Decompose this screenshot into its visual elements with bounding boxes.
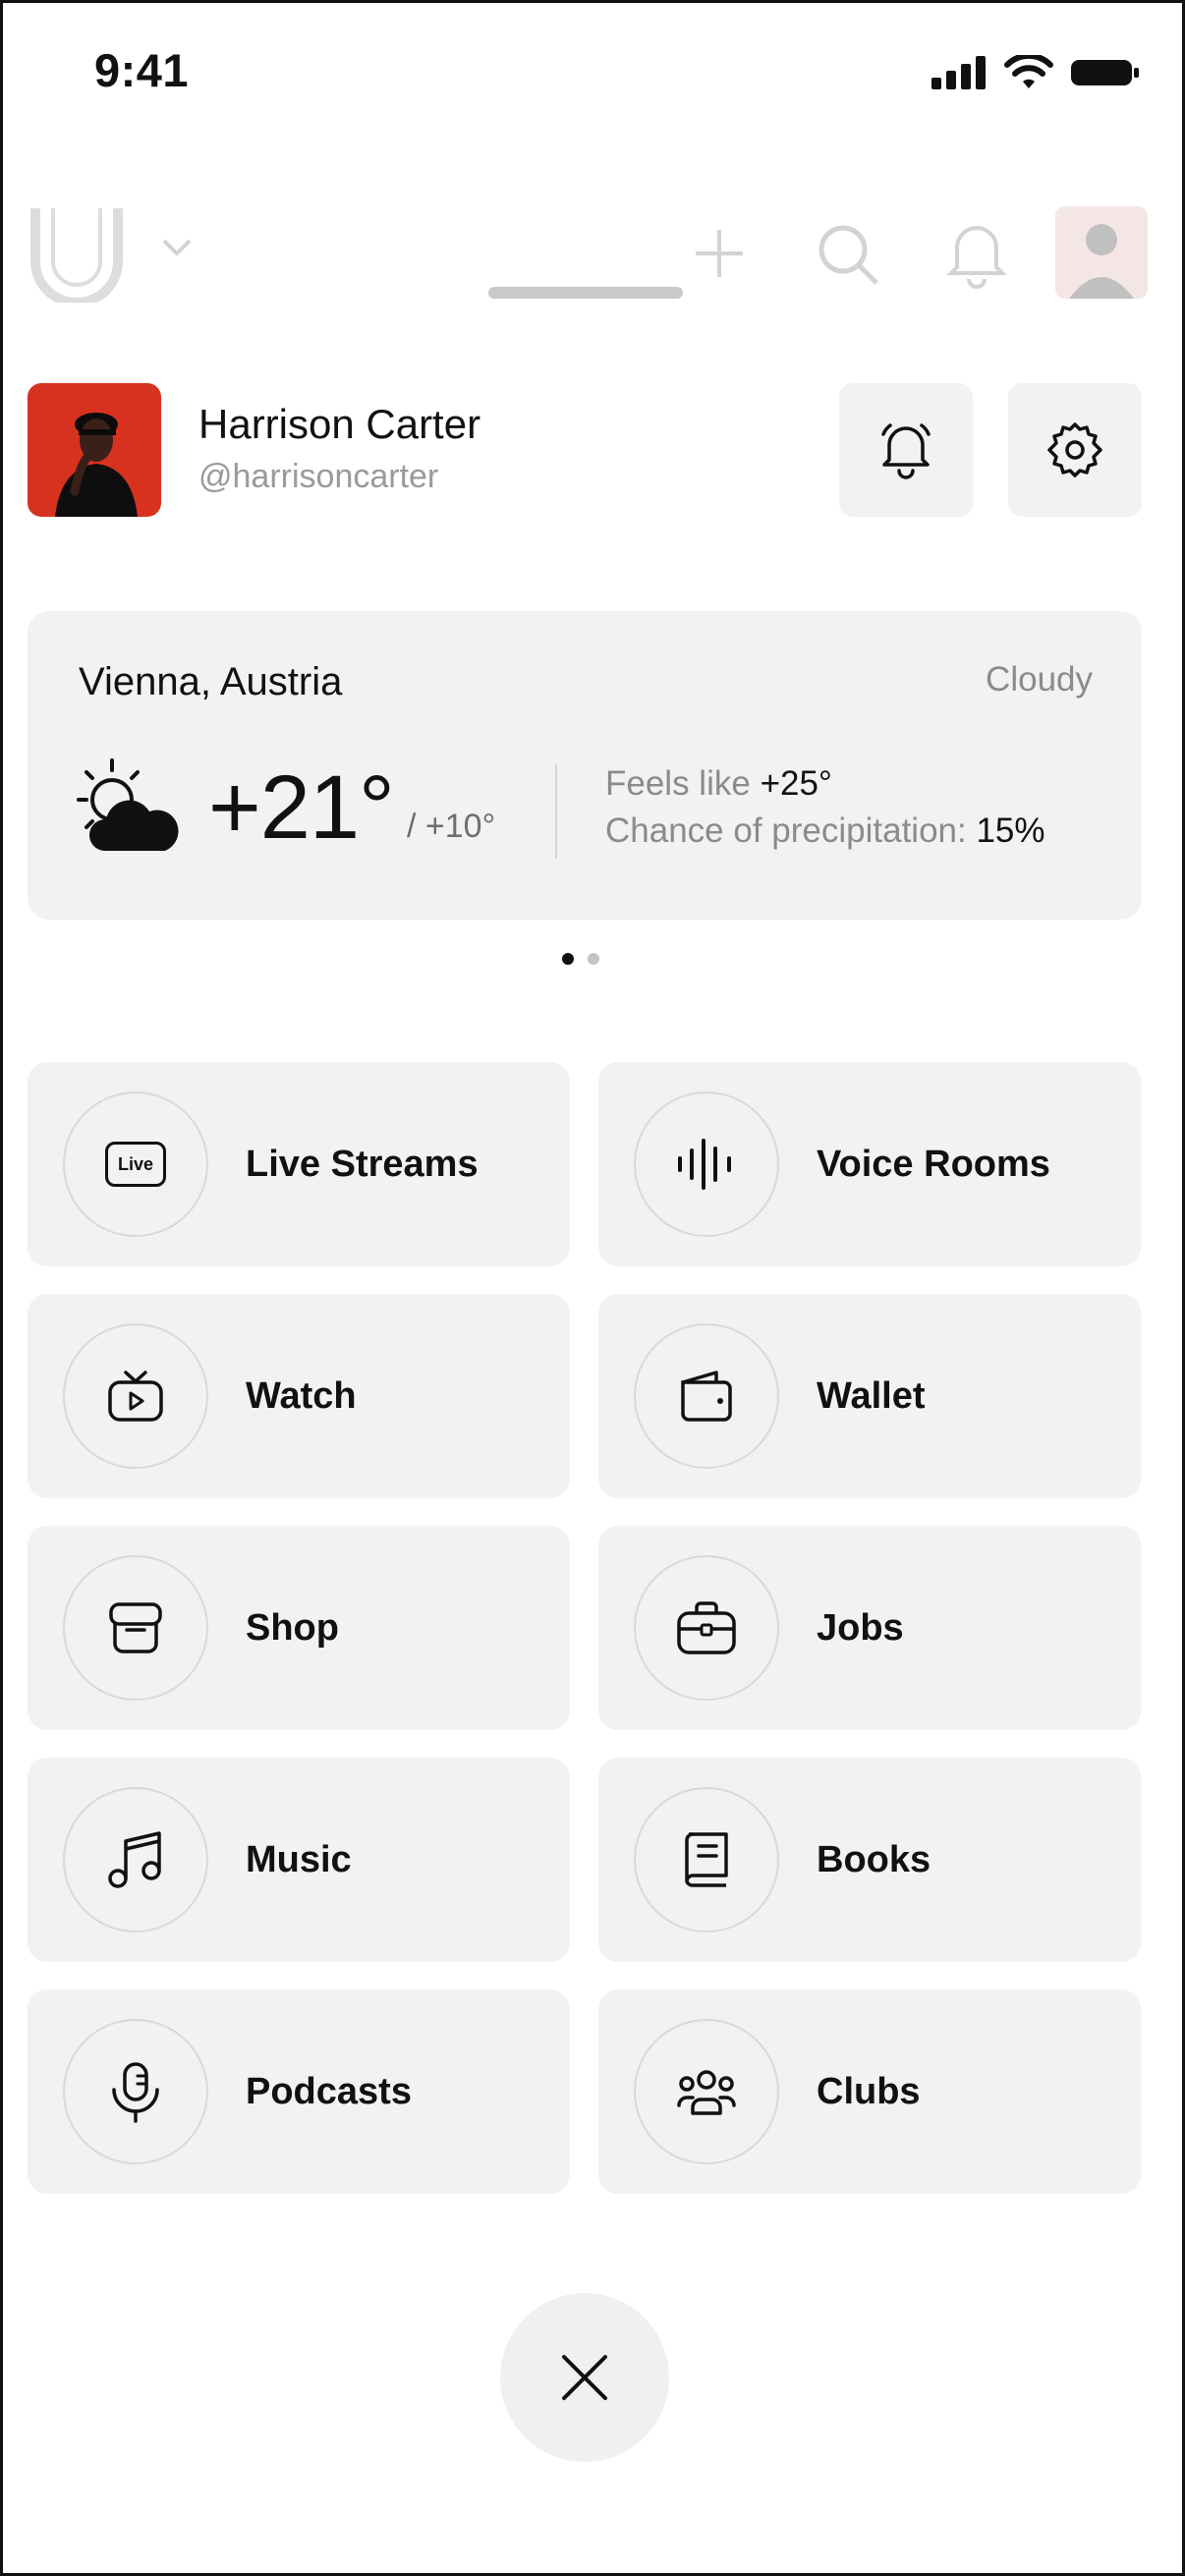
menu-tile-wallet[interactable]: Wallet bbox=[598, 1294, 1141, 1498]
weather-card[interactable]: Vienna, Austria Cloudy +21° / +10° Feels… bbox=[28, 611, 1142, 920]
weather-temperature: +21° bbox=[208, 757, 395, 858]
menu-tile-label: Live Streams bbox=[246, 1144, 479, 1185]
feels-like-label: Feels like bbox=[605, 764, 751, 803]
page-dot-active[interactable] bbox=[562, 953, 574, 965]
status-time: 9:41 bbox=[94, 44, 190, 96]
menu-tile-music[interactable]: Music bbox=[28, 1758, 570, 1962]
shop-icon-circle bbox=[63, 1555, 208, 1701]
wallet-icon-circle bbox=[634, 1323, 779, 1469]
menu-tile-books[interactable]: Books bbox=[598, 1758, 1141, 1962]
signal-icon bbox=[931, 56, 986, 89]
avatar[interactable] bbox=[28, 383, 161, 517]
group-icon bbox=[677, 2070, 736, 2115]
search-icon bbox=[818, 225, 878, 285]
menu-tile-label: Voice Rooms bbox=[817, 1144, 1050, 1185]
app-logo-icon bbox=[30, 208, 123, 303]
wallet-icon bbox=[681, 1371, 732, 1422]
briefcase-icon bbox=[677, 1601, 736, 1654]
menu-tile-label: Music bbox=[246, 1839, 352, 1880]
weather-feels-like: Feels like +25° bbox=[605, 764, 832, 804]
precip-label: Chance of precipitation: bbox=[605, 812, 967, 850]
live-icon: Live bbox=[105, 1142, 166, 1187]
precip-value: 15% bbox=[976, 812, 1045, 850]
menu-tile-watch[interactable]: Watch bbox=[28, 1294, 570, 1498]
book-icon bbox=[685, 1832, 728, 1887]
page-indicator bbox=[562, 953, 599, 965]
weather-location: Vienna, Austria bbox=[79, 660, 343, 703]
sun-cloud-icon bbox=[77, 758, 179, 851]
close-icon bbox=[562, 2355, 607, 2400]
weather-condition: Cloudy bbox=[986, 660, 1093, 699]
menu-tile-label: Watch bbox=[246, 1375, 357, 1417]
bell-icon bbox=[946, 226, 1007, 289]
book-icon-circle bbox=[634, 1787, 779, 1932]
notifications-button[interactable] bbox=[839, 383, 973, 517]
menu-tile-label: Podcasts bbox=[246, 2071, 412, 2112]
settings-button[interactable] bbox=[1008, 383, 1142, 517]
menu-tile-clubs[interactable]: Clubs bbox=[598, 1989, 1141, 2194]
profile-name: Harrison Carter bbox=[198, 401, 481, 447]
weather-divider bbox=[555, 764, 557, 859]
plus-icon bbox=[696, 230, 743, 277]
background-header bbox=[0, 187, 1185, 324]
briefcase-icon-circle bbox=[634, 1555, 779, 1701]
music-note-icon-circle bbox=[63, 1787, 208, 1932]
menu-tile-jobs[interactable]: Jobs bbox=[598, 1526, 1141, 1730]
menu-tile-podcasts[interactable]: Podcasts bbox=[28, 1989, 570, 2194]
microphone-icon-circle bbox=[63, 2019, 208, 2164]
status-bar: 9:41 bbox=[0, 0, 1185, 147]
music-note-icon bbox=[108, 1831, 161, 1888]
tv-icon-circle bbox=[63, 1323, 208, 1469]
soundwave-icon-circle bbox=[634, 1092, 779, 1237]
shop-icon bbox=[109, 1602, 162, 1653]
live-icon-circle: Live bbox=[63, 1092, 208, 1237]
page-dot[interactable] bbox=[588, 953, 599, 965]
menu-tile-label: Jobs bbox=[817, 1607, 904, 1649]
menu-tile-label: Shop bbox=[246, 1607, 339, 1649]
feels-like-value: +25° bbox=[760, 764, 832, 803]
menu-tile-shop[interactable]: Shop bbox=[28, 1526, 570, 1730]
menu-tile-label: Clubs bbox=[817, 2071, 921, 2112]
menu-tile-voice-rooms[interactable]: Voice Rooms bbox=[598, 1062, 1141, 1266]
wifi-icon bbox=[1004, 55, 1053, 88]
close-button[interactable] bbox=[500, 2293, 669, 2462]
soundwave-icon bbox=[678, 1139, 731, 1190]
tv-icon bbox=[108, 1371, 163, 1422]
gear-icon bbox=[1047, 422, 1102, 477]
menu-tile-label: Books bbox=[817, 1839, 931, 1880]
sheet-handle[interactable] bbox=[488, 287, 683, 299]
group-icon-circle bbox=[634, 2019, 779, 2164]
menu-tile-live-streams[interactable]: Live Live Streams bbox=[28, 1062, 570, 1266]
bell-icon bbox=[881, 423, 931, 479]
status-icons bbox=[931, 55, 1140, 90]
weather-low: / +10° bbox=[407, 808, 496, 845]
profile-handle: @harrisoncarter bbox=[198, 458, 439, 495]
microphone-icon bbox=[112, 2062, 159, 2123]
profile-row: Harrison Carter @harrisoncarter bbox=[28, 383, 1142, 517]
chevron-down-icon bbox=[162, 239, 192, 256]
weather-precipitation: Chance of precipitation: 15% bbox=[605, 812, 1045, 851]
background-avatar bbox=[1055, 206, 1148, 299]
menu-tile-label: Wallet bbox=[817, 1375, 926, 1417]
battery-icon bbox=[1071, 60, 1139, 85]
